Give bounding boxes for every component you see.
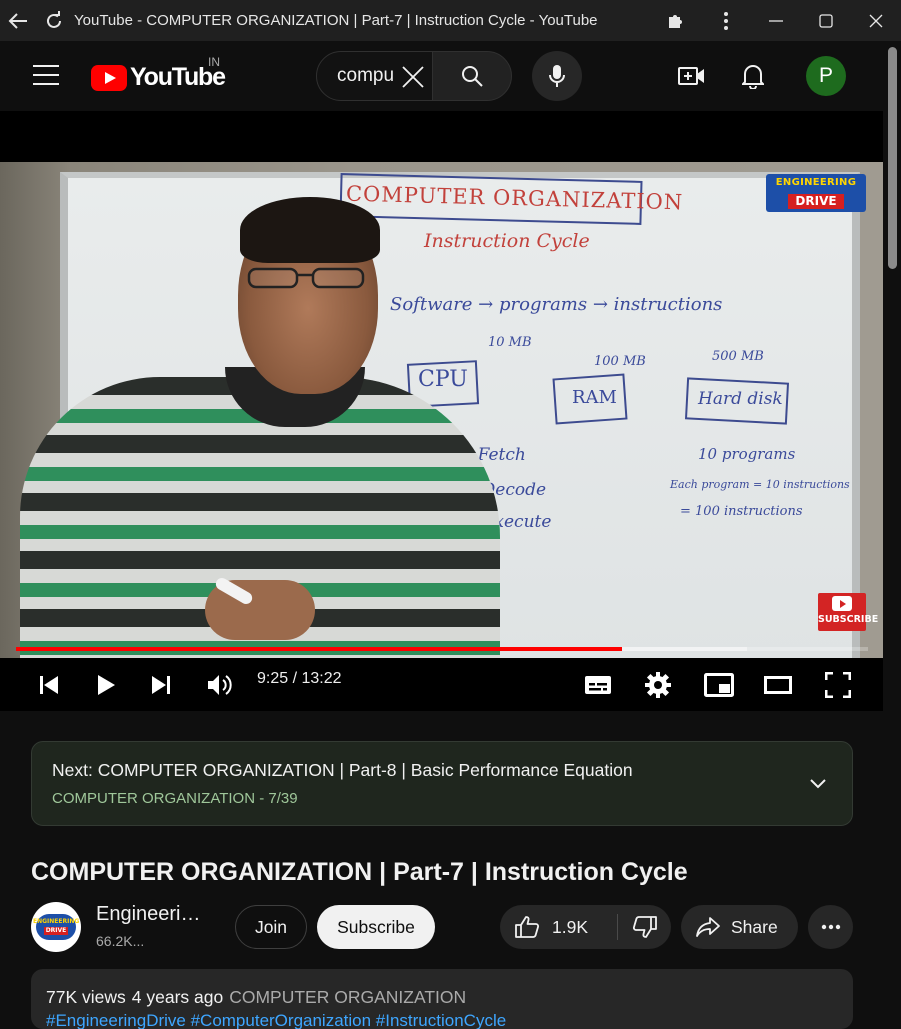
search-box[interactable] (316, 51, 433, 101)
thumbs-down-icon (632, 916, 657, 938)
search-icon (462, 66, 483, 87)
previous-icon[interactable] (31, 668, 67, 702)
wb-cpu-size: 10 MB (488, 335, 532, 350)
theater-mode-icon[interactable] (760, 668, 796, 702)
video-title: COMPUTER ORGANIZATION | Part-7 | Instruc… (31, 858, 688, 886)
like-dislike-group: 1.9K (500, 905, 671, 949)
video-frame[interactable]: COMPUTER ORGANIZATION Instruction Cycle … (0, 162, 883, 658)
voice-search-button[interactable] (532, 51, 582, 101)
youtube-logo[interactable]: YouTube (91, 63, 226, 92)
join-button[interactable]: Join (235, 905, 307, 949)
wb-note2: Each program = 10 instructions (670, 478, 850, 491)
bell-icon (742, 65, 764, 89)
chevron-down-icon[interactable] (804, 770, 832, 798)
settings-gear-icon[interactable] (640, 668, 676, 702)
video-player[interactable]: COMPUTER ORGANIZATION Instruction Cycle … (0, 111, 883, 711)
clear-search-icon[interactable] (401, 65, 425, 94)
maximize-icon[interactable] (801, 0, 851, 41)
share-button[interactable]: Share (681, 905, 798, 949)
miniplayer-icon[interactable] (701, 668, 737, 702)
like-button[interactable]: 1.9K (500, 905, 617, 949)
reload-icon[interactable] (36, 0, 72, 41)
whiteboard-subtitle: Instruction Cycle (424, 230, 590, 252)
more-vert-icon[interactable] (701, 0, 751, 41)
microphone-icon (549, 65, 565, 87)
channel-watermark[interactable]: ENGINEERING DRIVE (766, 174, 866, 212)
wb-hdd-size: 500 MB (712, 349, 764, 364)
wb-hdd: Hard disk (698, 389, 783, 409)
channel-subscriber-count: 66.2K... (96, 933, 145, 949)
fullscreen-icon[interactable] (820, 668, 856, 702)
subscribe-button[interactable]: Subscribe (317, 905, 435, 949)
hashtags[interactable]: #EngineeringDrive #ComputerOrganization … (46, 1011, 506, 1029)
playlist-link[interactable]: COMPUTER ORGANIZATION (229, 987, 466, 1007)
minimize-icon[interactable] (751, 0, 801, 41)
subscribe-watermark[interactable]: SUBSCRIBE (818, 593, 878, 631)
browser-titlebar: YouTube - COMPUTER ORGANIZATION | Part-7… (0, 0, 901, 41)
account-avatar[interactable]: P (806, 56, 846, 96)
player-controls: 9:25 / 13:22 (0, 658, 883, 711)
back-arrow-icon[interactable] (0, 0, 36, 41)
youtube-play-icon (91, 64, 127, 91)
search-input[interactable] (337, 64, 401, 88)
time-display: 9:25 / 13:22 (257, 670, 342, 687)
wb-ram: RAM (572, 387, 617, 408)
channel-name[interactable]: Engineering Drive (96, 903, 208, 926)
like-count: 1.9K (552, 916, 588, 937)
create-video-icon (678, 67, 704, 85)
create-video-button[interactable] (672, 57, 712, 95)
window-title: YouTube - COMPUTER ORGANIZATION | Part-7… (74, 12, 598, 29)
page-scrollbar[interactable] (883, 41, 901, 1019)
play-icon[interactable] (88, 668, 124, 702)
scrollbar-thumb[interactable] (888, 47, 897, 269)
more-actions-button[interactable] (808, 905, 853, 949)
wb-note3: = 100 instructions (680, 504, 803, 519)
description-meta: 77K views 4 years ago COMPUTER ORGANIZATIO… (46, 987, 466, 1008)
thumbs-up-icon (515, 916, 540, 938)
channel-avatar[interactable]: ENGINEERING DRIVE (31, 902, 81, 952)
next-video-playlist: COMPUTER ORGANIZATION - 7/39 (52, 790, 298, 807)
menu-icon[interactable] (33, 65, 59, 85)
wb-ram-size: 100 MB (594, 354, 646, 369)
search-button[interactable] (432, 51, 512, 101)
wb-note1: 10 programs (698, 445, 796, 463)
progress-bar[interactable] (16, 647, 868, 651)
share-icon (696, 917, 720, 937)
region-code: IN (208, 55, 220, 69)
volume-icon[interactable] (202, 668, 238, 702)
dislike-button[interactable] (618, 905, 671, 949)
view-count: 77K views (46, 987, 126, 1007)
progress-played (16, 647, 622, 651)
youtube-play-icon (832, 596, 852, 611)
next-video-title[interactable]: Next: COMPUTER ORGANIZATION | Part-8 | B… (52, 760, 633, 781)
next-video-card[interactable]: Next: COMPUTER ORGANIZATION | Part-8 | B… (31, 741, 853, 826)
whiteboard-line1: Software → programs → instructions (390, 294, 723, 315)
upload-age: 4 years ago (131, 987, 224, 1007)
subtitles-icon[interactable] (580, 668, 616, 702)
more-horiz-icon (821, 924, 840, 930)
extensions-icon[interactable] (651, 0, 701, 41)
wb-cpu: CPU (418, 367, 468, 392)
next-icon[interactable] (143, 668, 179, 702)
close-icon[interactable] (851, 0, 901, 41)
description-box[interactable]: 77K views 4 years ago COMPUTER ORGANIZATIO… (31, 969, 853, 1029)
notifications-button[interactable] (733, 57, 773, 95)
